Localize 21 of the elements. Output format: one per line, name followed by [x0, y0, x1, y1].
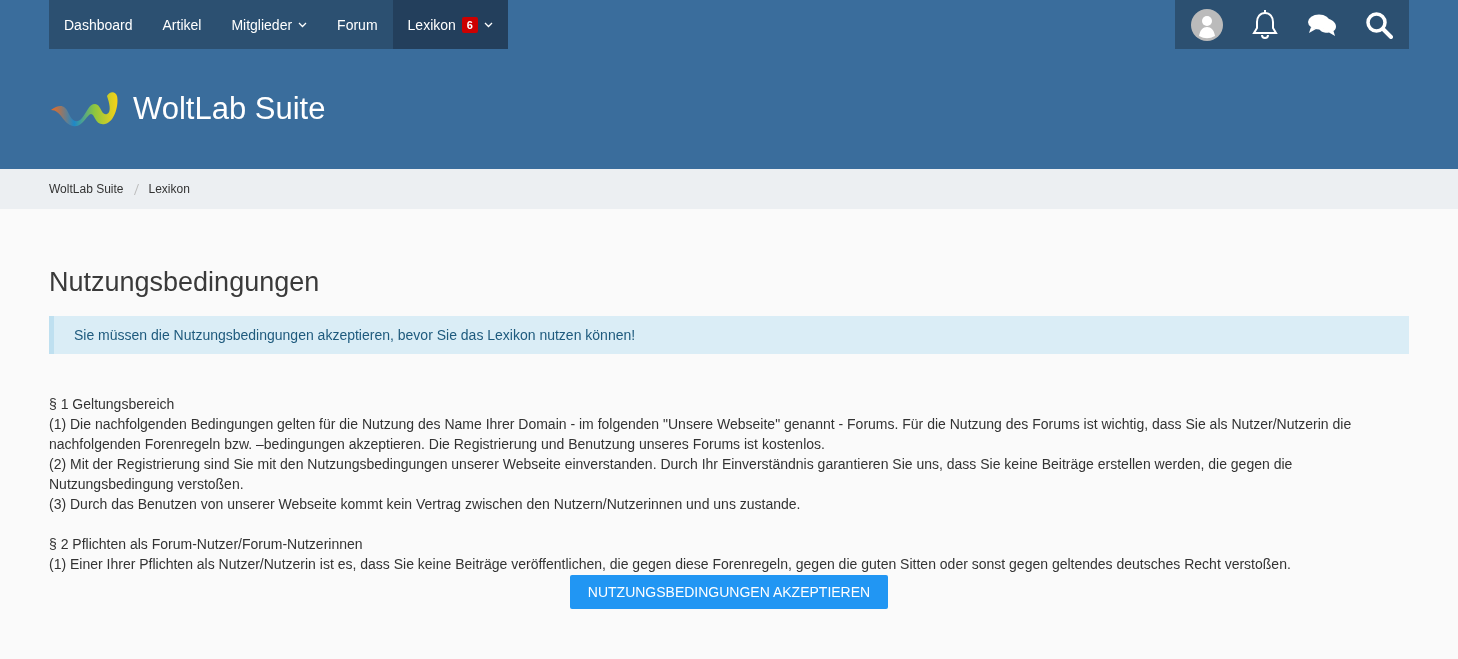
nav-item[interactable]: Forum: [322, 0, 393, 49]
breadcrumb-link[interactable]: Lexikon: [148, 182, 190, 196]
conversation-icon[interactable]: [1307, 12, 1337, 37]
section-heading: § 2 Pflichten als Forum-Nutzer/Forum-Nutzerinnen: [49, 535, 364, 554]
info-message: Sie müssen die Nutzungsbedingungen akzeptieren, bevor Sie das Lexikon nutzen können!: [49, 316, 1409, 354]
nav-item[interactable]: Dashboard: [49, 0, 148, 49]
section-heading: § 1 Geltungsbereich: [49, 395, 176, 414]
terms-paragraph: (2) Mit der Registrierung sind Sie mit den Nutzungsbedingungen unserer Webseite einverstanden. Durch Ihr Einverständnis garantieren Sie uns, dass Sie keine Beiträge erstellen werden, die gegen die Nutzungsbedingung verstoßen.: [49, 455, 1294, 494]
nav-item[interactable]: Mitglieder: [216, 0, 323, 49]
breadcrumb-link[interactable]: WoltLab Suite: [49, 182, 124, 196]
nav-item[interactable]: Artikel: [147, 0, 217, 49]
count-badge: 6: [461, 16, 478, 33]
avatar-icon[interactable]: [1191, 8, 1223, 41]
notification-icon[interactable]: [1251, 9, 1279, 40]
page-title: Nutzungsbedingungen: [49, 267, 321, 298]
terms-paragraph: (3) Durch das Benutzen von unserer Webseite kommt kein Vertrag zwischen den Nutzern/Nutzerinnen und uns zustande.: [49, 495, 802, 514]
nav-item[interactable]: Lexikon 6: [392, 0, 508, 49]
site-logo-text[interactable]: WoltLab Suite: [133, 91, 326, 127]
search-icon[interactable]: [1365, 10, 1393, 39]
terms-paragraph: (1) Einer Ihrer Pflichten als Nutzer/Nutzerin ist es, dass Sie keine Beiträge veröffentlichen, die gegen diese Forenregeln, gegen die guten Sitten oder sonst gegen geltendes deutsches Recht verstoßen.: [49, 555, 1292, 574]
terms-paragraph: (1) Die nachfolgenden Bedingungen gelten für die Nutzung des Name Ihrer Domain - im folgenden "Unsere Webseite" genannt - Forums. Für die Nutzung des Forums ist wichtig, dass Sie als Nutzer/Nutzerin die nachfolgenden Forenregeln bzw. –bedingungen akzeptieren. Die Registrierung und Benutzung unseres Forums ist kostenlos.: [49, 415, 1353, 454]
